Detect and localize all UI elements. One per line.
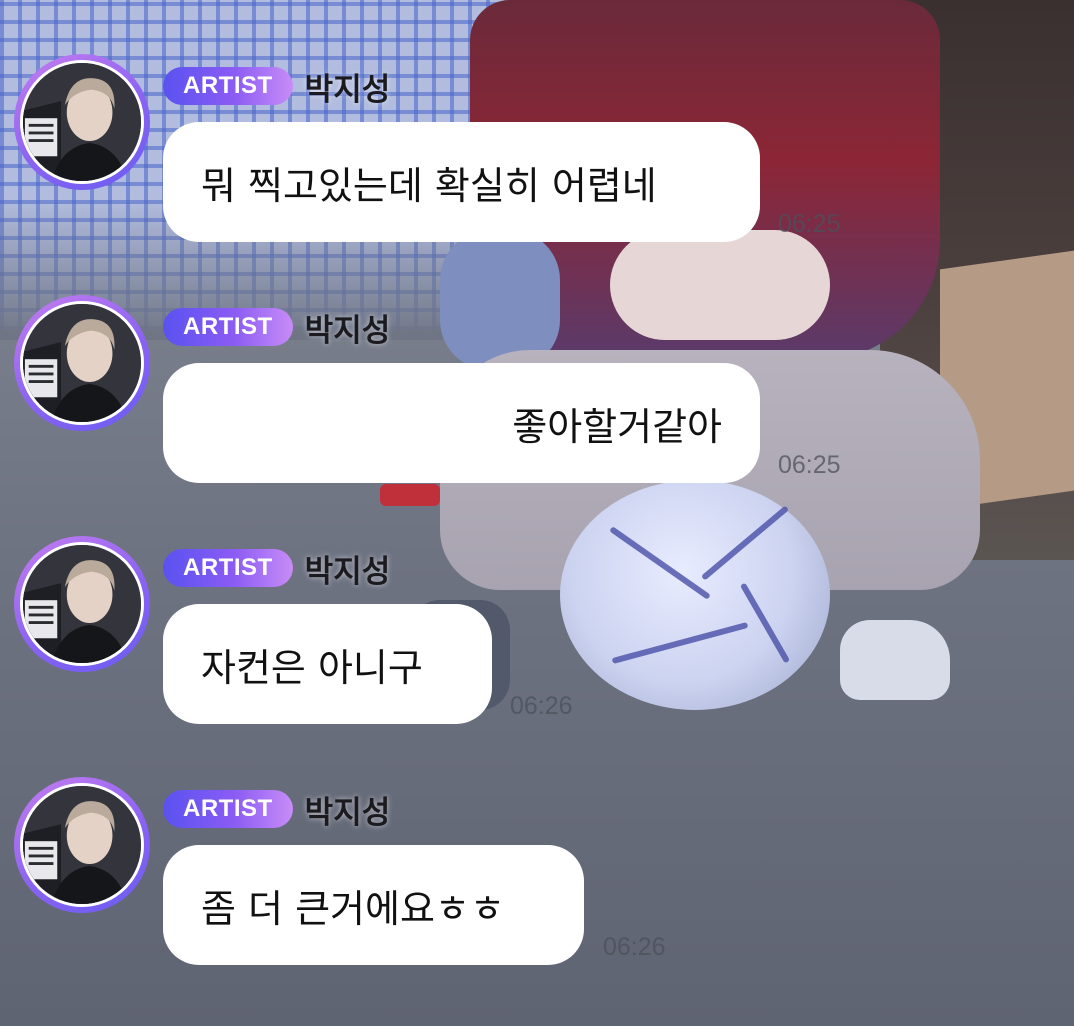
chat-message: ARTIST 박지성 좀 더 큰거에요ㅎㅎ 06:26 bbox=[0, 777, 1074, 977]
avatar[interactable] bbox=[20, 783, 144, 907]
sender-name[interactable]: 박지성 bbox=[305, 305, 391, 350]
sender-row: ARTIST 박지성 bbox=[163, 64, 391, 109]
artist-badge: ARTIST bbox=[163, 67, 293, 105]
chat-message: ARTIST 박지성 뭐 찍고있는데 확실히 어렵네 06:25 bbox=[0, 54, 1074, 254]
message-text: 좋아할거같아 bbox=[512, 404, 722, 449]
avatar-ring[interactable] bbox=[14, 54, 150, 190]
chat-message-list[interactable]: ARTIST 박지성 뭐 찍고있는데 확실히 어렵네 06:25 ARTIST … bbox=[0, 0, 1074, 1026]
sender-name[interactable]: 박지성 bbox=[305, 64, 391, 109]
artist-badge: ARTIST bbox=[163, 308, 293, 346]
profile-photo-icon bbox=[23, 63, 141, 181]
artist-badge: ARTIST bbox=[163, 790, 293, 828]
message-timestamp: 06:25 bbox=[778, 451, 841, 479]
profile-photo-icon bbox=[23, 545, 141, 663]
sender-row: ARTIST 박지성 bbox=[163, 546, 391, 591]
sender-name[interactable]: 박지성 bbox=[305, 787, 391, 832]
message-bubble[interactable]: 좋아할거같아 bbox=[163, 363, 760, 483]
avatar[interactable] bbox=[20, 301, 144, 425]
message-bubble[interactable]: 좀 더 큰거에요ㅎㅎ bbox=[163, 845, 584, 965]
profile-photo-icon bbox=[23, 786, 141, 904]
avatar-ring[interactable] bbox=[14, 536, 150, 672]
avatar[interactable] bbox=[20, 60, 144, 184]
sender-row: ARTIST 박지성 bbox=[163, 305, 391, 350]
message-bubble[interactable]: 뭐 찍고있는데 확실히 어렵네 bbox=[163, 122, 760, 242]
chat-message: ARTIST 박지성 자컨은 아니구 06:26 bbox=[0, 536, 1074, 736]
message-timestamp: 06:26 bbox=[510, 692, 573, 720]
avatar-ring[interactable] bbox=[14, 295, 150, 431]
avatar[interactable] bbox=[20, 542, 144, 666]
message-text: 좀 더 큰거에요ㅎㅎ bbox=[201, 886, 505, 931]
message-timestamp: 06:25 bbox=[778, 210, 841, 238]
message-text: 뭐 찍고있는데 확실히 어렵네 bbox=[201, 163, 657, 208]
sender-row: ARTIST 박지성 bbox=[163, 787, 391, 832]
sender-name[interactable]: 박지성 bbox=[305, 546, 391, 591]
profile-photo-icon bbox=[23, 304, 141, 422]
avatar-ring[interactable] bbox=[14, 777, 150, 913]
message-timestamp: 06:26 bbox=[603, 933, 666, 961]
chat-message: ARTIST 박지성 좋아할거같아 06:25 bbox=[0, 295, 1074, 495]
artist-badge: ARTIST bbox=[163, 549, 293, 587]
message-bubble[interactable]: 자컨은 아니구 bbox=[163, 604, 492, 724]
message-text: 자컨은 아니구 bbox=[201, 645, 423, 690]
